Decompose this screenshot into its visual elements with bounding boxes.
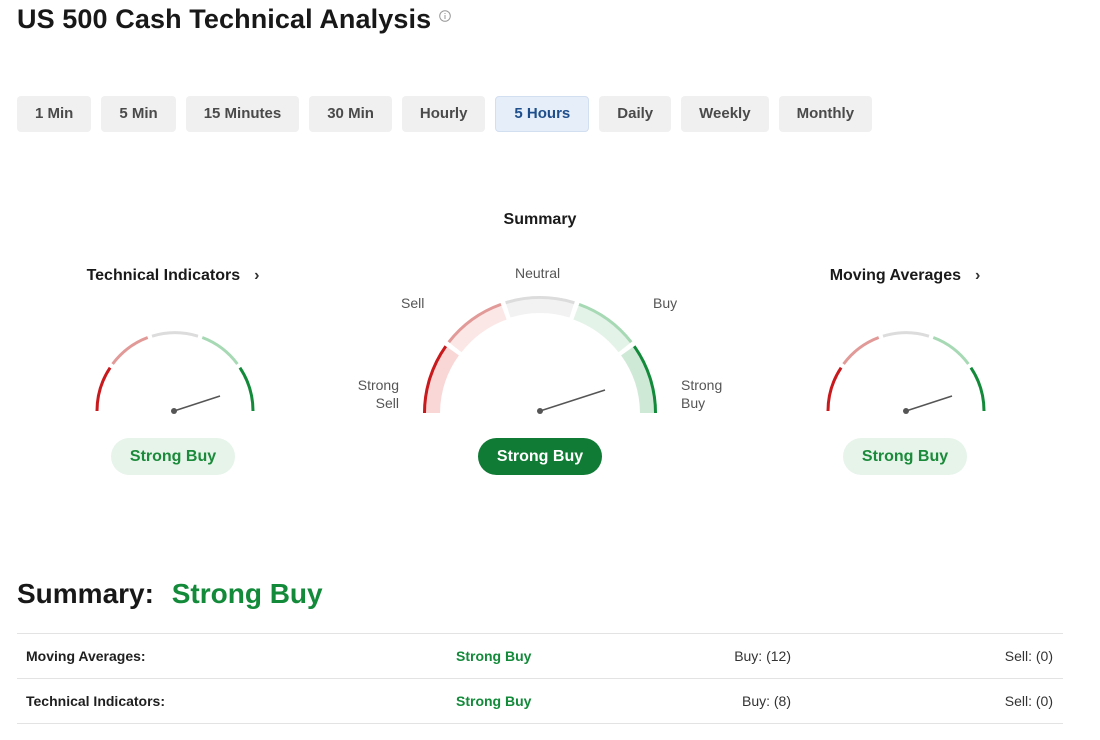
tab-weekly[interactable]: Weekly [681, 96, 769, 132]
chevron-right-icon: › [254, 267, 260, 284]
dial-strong-sell-segment [826, 366, 843, 412]
moving-averages-result: Strong Buy [805, 438, 1005, 475]
dial-needle-pivot [171, 408, 177, 414]
dial-strong-buy-segment [238, 366, 255, 412]
dial-needle [173, 395, 221, 412]
page-title-text: US 500 Cash Technical Analysis [17, 4, 432, 34]
table-row: Moving Averages: Strong Buy Buy: (12) Se… [17, 634, 1063, 679]
label-strong-buy-line2: Buy [681, 395, 706, 411]
row-signal: Strong Buy [456, 693, 532, 709]
summary-badge: Strong Buy [477, 438, 603, 475]
table-row: Technical Indicators: Strong Buy Buy: (8… [17, 679, 1063, 724]
row-name: Technical Indicators: [26, 693, 165, 709]
technical-indicators-badge: Strong Buy [110, 438, 236, 475]
summary-heading: Summary [503, 211, 577, 228]
technical-indicators-link[interactable]: Technical Indicators › [73, 267, 273, 285]
label-neutral: Neutral [515, 265, 561, 281]
dial-neutral-segment [882, 331, 930, 338]
row-buy-count: Buy: (12) [734, 648, 791, 664]
technical-indicators-heading: Technical Indicators [86, 267, 241, 284]
moving-averages-dial [826, 331, 986, 414]
dial-buy-segment [932, 336, 970, 365]
tab-15-minutes[interactable]: 15 Minutes [185, 96, 300, 132]
label-strong-sell: Strong Sell [354, 376, 399, 412]
moving-averages-heading: Moving Averages [829, 267, 961, 284]
tab-30-min[interactable]: 30 Min [309, 96, 392, 132]
dial-buy-segment [201, 336, 239, 365]
technical-indicators-result: Strong Buy [73, 438, 273, 475]
technical-indicators-gauge: Technical Indicators › [73, 267, 273, 285]
dial-needle-pivot [537, 408, 543, 414]
dial-buy-fill [573, 303, 633, 353]
label-strong-sell-line1: Strong [357, 377, 399, 393]
label-strong-sell-line2: Sell [375, 395, 399, 411]
summary-result: Strong Buy [440, 438, 640, 475]
page-title: US 500 Cash Technical Analysis [17, 4, 451, 35]
row-signal: Strong Buy [456, 648, 532, 664]
dial-neutral-segment [151, 331, 199, 338]
dial-strong-sell-segment [95, 366, 112, 412]
row-sell-count: Sell: (0) [1004, 648, 1053, 664]
chevron-right-icon: › [974, 267, 981, 284]
label-strong-buy-line1: Strong [681, 377, 723, 393]
summary-line: Summary: Strong Buy [17, 578, 323, 610]
row-buy-count: Buy: (8) [741, 693, 791, 709]
timeframe-tabs: 1 Min 5 Min 15 Minutes 30 Min Hourly 5 H… [17, 96, 873, 132]
tab-1-min[interactable]: 1 Min [17, 96, 92, 132]
tab-daily[interactable]: Daily [599, 96, 672, 132]
summary-gauge: Summary [440, 211, 640, 229]
tab-5-hours[interactable]: 5 Hours [495, 96, 590, 132]
row-sell-count: Sell: (0) [1004, 693, 1053, 709]
moving-averages-link[interactable]: Moving Averages › [805, 267, 1005, 285]
summary-label: Summary: [17, 578, 154, 609]
technical-indicators-dial [95, 331, 255, 414]
tab-5-min[interactable]: 5 Min [101, 96, 176, 132]
dial-sell-fill [447, 303, 507, 353]
tab-monthly[interactable]: Monthly [778, 96, 873, 132]
moving-averages-badge: Strong Buy [842, 438, 968, 475]
moving-averages-gauge: Moving Averages › [805, 267, 1005, 285]
summary-dial [423, 296, 657, 414]
summary-value: Strong Buy [171, 578, 323, 609]
dial-needle [905, 395, 953, 412]
tab-hourly[interactable]: Hourly [401, 96, 486, 132]
dial-sell-segment [111, 336, 149, 365]
dial-needle [539, 389, 606, 412]
summary-table: Moving Averages: Strong Buy Buy: (12) Se… [17, 633, 1063, 724]
dial-needle-pivot [903, 408, 909, 414]
info-icon[interactable] [439, 9, 451, 22]
dial-strong-buy-segment [969, 366, 986, 412]
dial-sell-segment [842, 336, 880, 365]
label-strong-buy: Strong Buy [681, 376, 722, 412]
row-name: Moving Averages: [26, 648, 146, 664]
